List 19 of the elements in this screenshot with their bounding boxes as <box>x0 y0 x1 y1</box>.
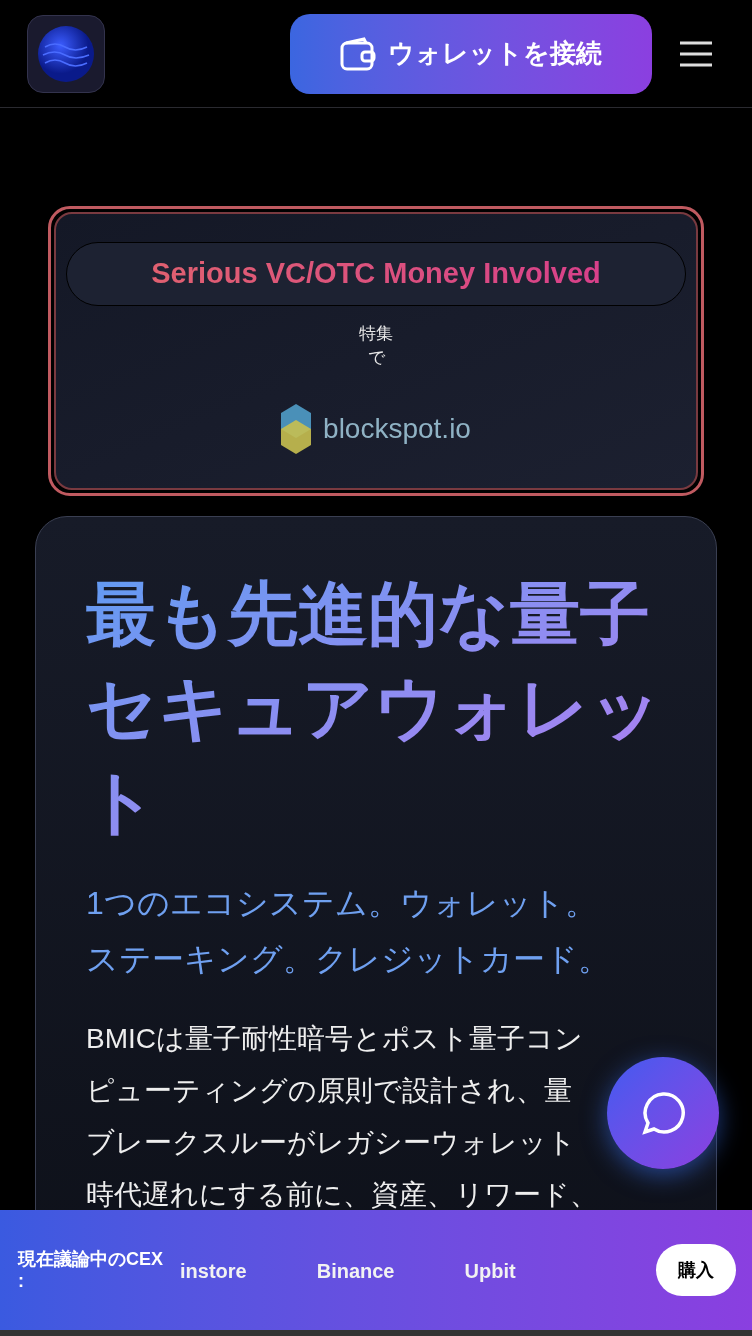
menu-icon[interactable] <box>680 40 712 67</box>
logo-icon[interactable] <box>27 14 105 93</box>
buy-button[interactable]: 購入 <box>656 1244 736 1296</box>
exchange-name: Upbit <box>464 1259 516 1284</box>
description-line: 時代遅れにする前に、資産、リワード、 <box>86 1178 598 1212</box>
description-line: ピューティングの原則で設計され、量 <box>86 1074 572 1108</box>
hero-subtitle: 1つのエコシステム。ウォレット。 ステーキング。クレジットカード。 <box>86 884 611 979</box>
featured-label: 特集 で <box>359 323 393 369</box>
chat-bubble-icon <box>640 1090 686 1136</box>
description-line: BMICは量子耐性暗号とポスト量子コン <box>86 1022 583 1056</box>
exchange-name: instore <box>180 1259 247 1284</box>
featured-badge: Serious VC/OTC Money Involved <box>66 242 686 306</box>
exchange-name: Binance <box>316 1259 395 1284</box>
wallet-icon <box>340 36 376 71</box>
connect-wallet-button[interactable]: ウォレットを接続 <box>290 13 652 94</box>
brand-name[interactable]: blockspot.io <box>323 408 471 450</box>
ticker-label: 現在議論中のCEX : <box>16 1248 164 1292</box>
hexagon-logo-icon <box>281 404 312 454</box>
description-line: ブレークスルーがレガシーウォレット <box>86 1126 576 1160</box>
